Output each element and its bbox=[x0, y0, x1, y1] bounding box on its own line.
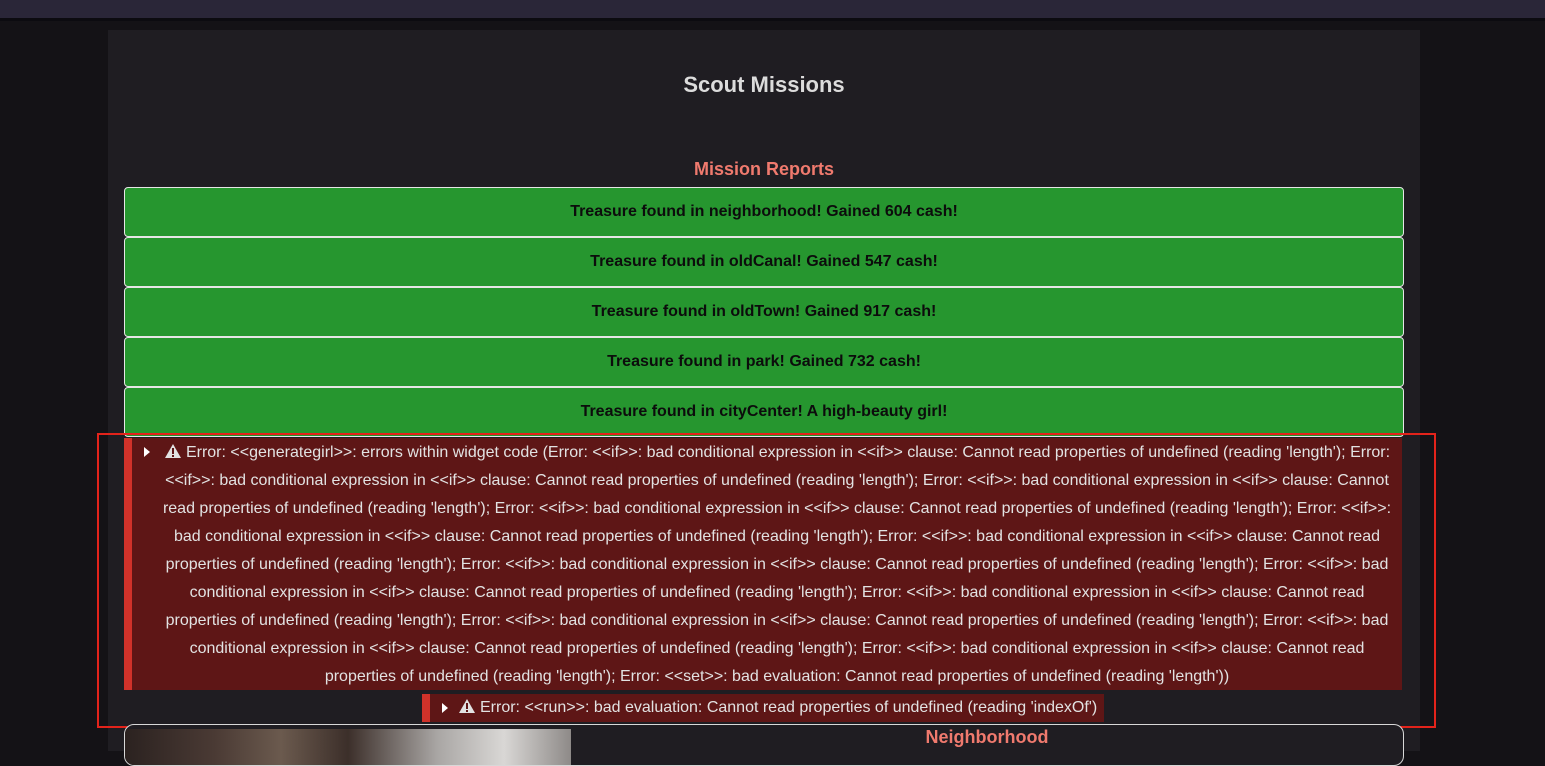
location-card-neighborhood[interactable]: Neighborhood bbox=[124, 724, 1404, 766]
caret-right-icon[interactable] bbox=[144, 447, 150, 457]
caret-right-icon[interactable] bbox=[442, 703, 448, 713]
mission-report-citycenter: Treasure found in cityCenter! A high-bea… bbox=[124, 387, 1404, 437]
mission-report-neighborhood: Treasure found in neighborhood! Gained 6… bbox=[124, 187, 1404, 237]
error-message: Error: <<generategirl>>: errors within w… bbox=[162, 444, 1392, 685]
location-photo bbox=[125, 729, 571, 765]
page-title: Scout Missions bbox=[683, 72, 845, 97]
error-message: Error: <<run>>: bad evaluation: Cannot r… bbox=[480, 699, 1098, 716]
top-bar bbox=[0, 0, 1545, 21]
mission-report-oldtown: Treasure found in oldTown! Gained 917 ca… bbox=[124, 287, 1404, 337]
mission-reports-heading: Mission Reports bbox=[693, 159, 835, 179]
error-run[interactable]: Error: <<run>>: bad evaluation: Cannot r… bbox=[422, 694, 1104, 722]
mission-report-park: Treasure found in park! Gained 732 cash! bbox=[124, 337, 1404, 387]
mission-report-oldcanal: Treasure found in oldCanal! Gained 547 c… bbox=[124, 237, 1404, 287]
error-generategirl[interactable]: Error: <<generategirl>>: errors within w… bbox=[124, 438, 1402, 690]
location-title: Neighborhood bbox=[925, 727, 1049, 747]
warning-triangle-icon bbox=[164, 444, 181, 458]
warning-triangle-icon bbox=[459, 699, 475, 713]
